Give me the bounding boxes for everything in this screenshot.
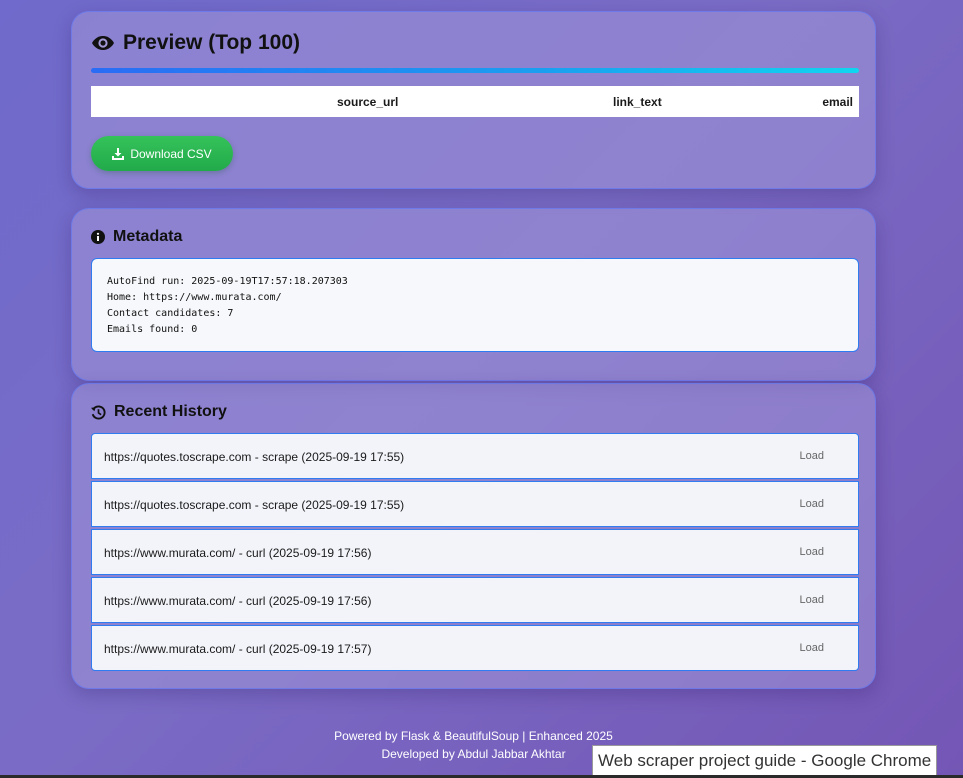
preview-table-header: source_url link_text email — [91, 86, 859, 117]
history-title: Recent History — [114, 403, 227, 420]
load-button[interactable]: Load — [800, 594, 824, 606]
history-item[interactable]: https://www.murata.com/ - curl (2025-09-… — [91, 577, 859, 623]
load-button[interactable]: Load — [800, 498, 824, 510]
column-header-source-url[interactable]: source_url — [337, 95, 398, 109]
metadata-line: AutoFind run: 2025-09-19T17:57:18.207303 — [107, 276, 348, 287]
metadata-line: Contact candidates: 7 — [107, 308, 234, 319]
metadata-line: Emails found: 0 — [107, 324, 198, 335]
metadata-card: Metadata AutoFind run: 2025-09-19T17:57:… — [71, 208, 876, 381]
metadata-header: Metadata — [91, 228, 182, 246]
history-item-text: https://www.murata.com/ - curl (2025-09-… — [104, 546, 372, 560]
history-icon — [91, 404, 106, 420]
history-item[interactable]: https://www.murata.com/ - curl (2025-09-… — [91, 625, 859, 671]
footer-powered-by: Powered by Flask & BeautifulSoup | Enhan… — [334, 729, 613, 743]
window-title-tooltip: Web scraper project guide - Google Chrom… — [592, 745, 938, 776]
history-item[interactable]: https://www.murata.com/ - curl (2025-09-… — [91, 529, 859, 575]
history-item[interactable]: https://quotes.toscrape.com - scrape (20… — [91, 481, 859, 527]
progress-bar — [91, 68, 859, 73]
history-item-text: https://quotes.toscrape.com - scrape (20… — [104, 498, 405, 512]
eye-icon — [91, 34, 115, 52]
history-item[interactable]: https://quotes.toscrape.com - scrape (20… — [91, 433, 859, 479]
metadata-title: Metadata — [113, 228, 183, 245]
history-card: Recent History https://quotes.toscrape.c… — [71, 383, 876, 689]
column-header-email[interactable]: email — [822, 95, 853, 109]
preview-card: Preview (Top 100) source_url link_text e… — [71, 11, 876, 189]
download-csv-label: Download CSV — [130, 146, 212, 161]
load-button[interactable]: Load — [800, 642, 824, 654]
metadata-box: AutoFind run: 2025-09-19T17:57:18.207303… — [91, 258, 859, 352]
history-list: https://quotes.toscrape.com - scrape (20… — [91, 433, 859, 671]
download-icon — [112, 147, 125, 160]
column-header-link-text[interactable]: link_text — [613, 95, 662, 109]
load-button[interactable]: Load — [800, 546, 824, 558]
download-csv-button[interactable]: Download CSV — [91, 136, 233, 171]
history-item-text: https://www.murata.com/ - curl (2025-09-… — [104, 594, 372, 608]
metadata-line: Home: https://www.murata.com/ — [107, 292, 282, 303]
preview-title: Preview (Top 100) — [123, 31, 301, 54]
history-header: Recent History — [91, 403, 227, 421]
preview-header: Preview (Top 100) — [91, 31, 300, 55]
history-item-text: https://www.murata.com/ - curl (2025-09-… — [104, 642, 372, 656]
load-button[interactable]: Load — [800, 450, 824, 462]
info-circle-icon — [91, 230, 105, 244]
history-item-text: https://quotes.toscrape.com - scrape (20… — [104, 450, 405, 464]
